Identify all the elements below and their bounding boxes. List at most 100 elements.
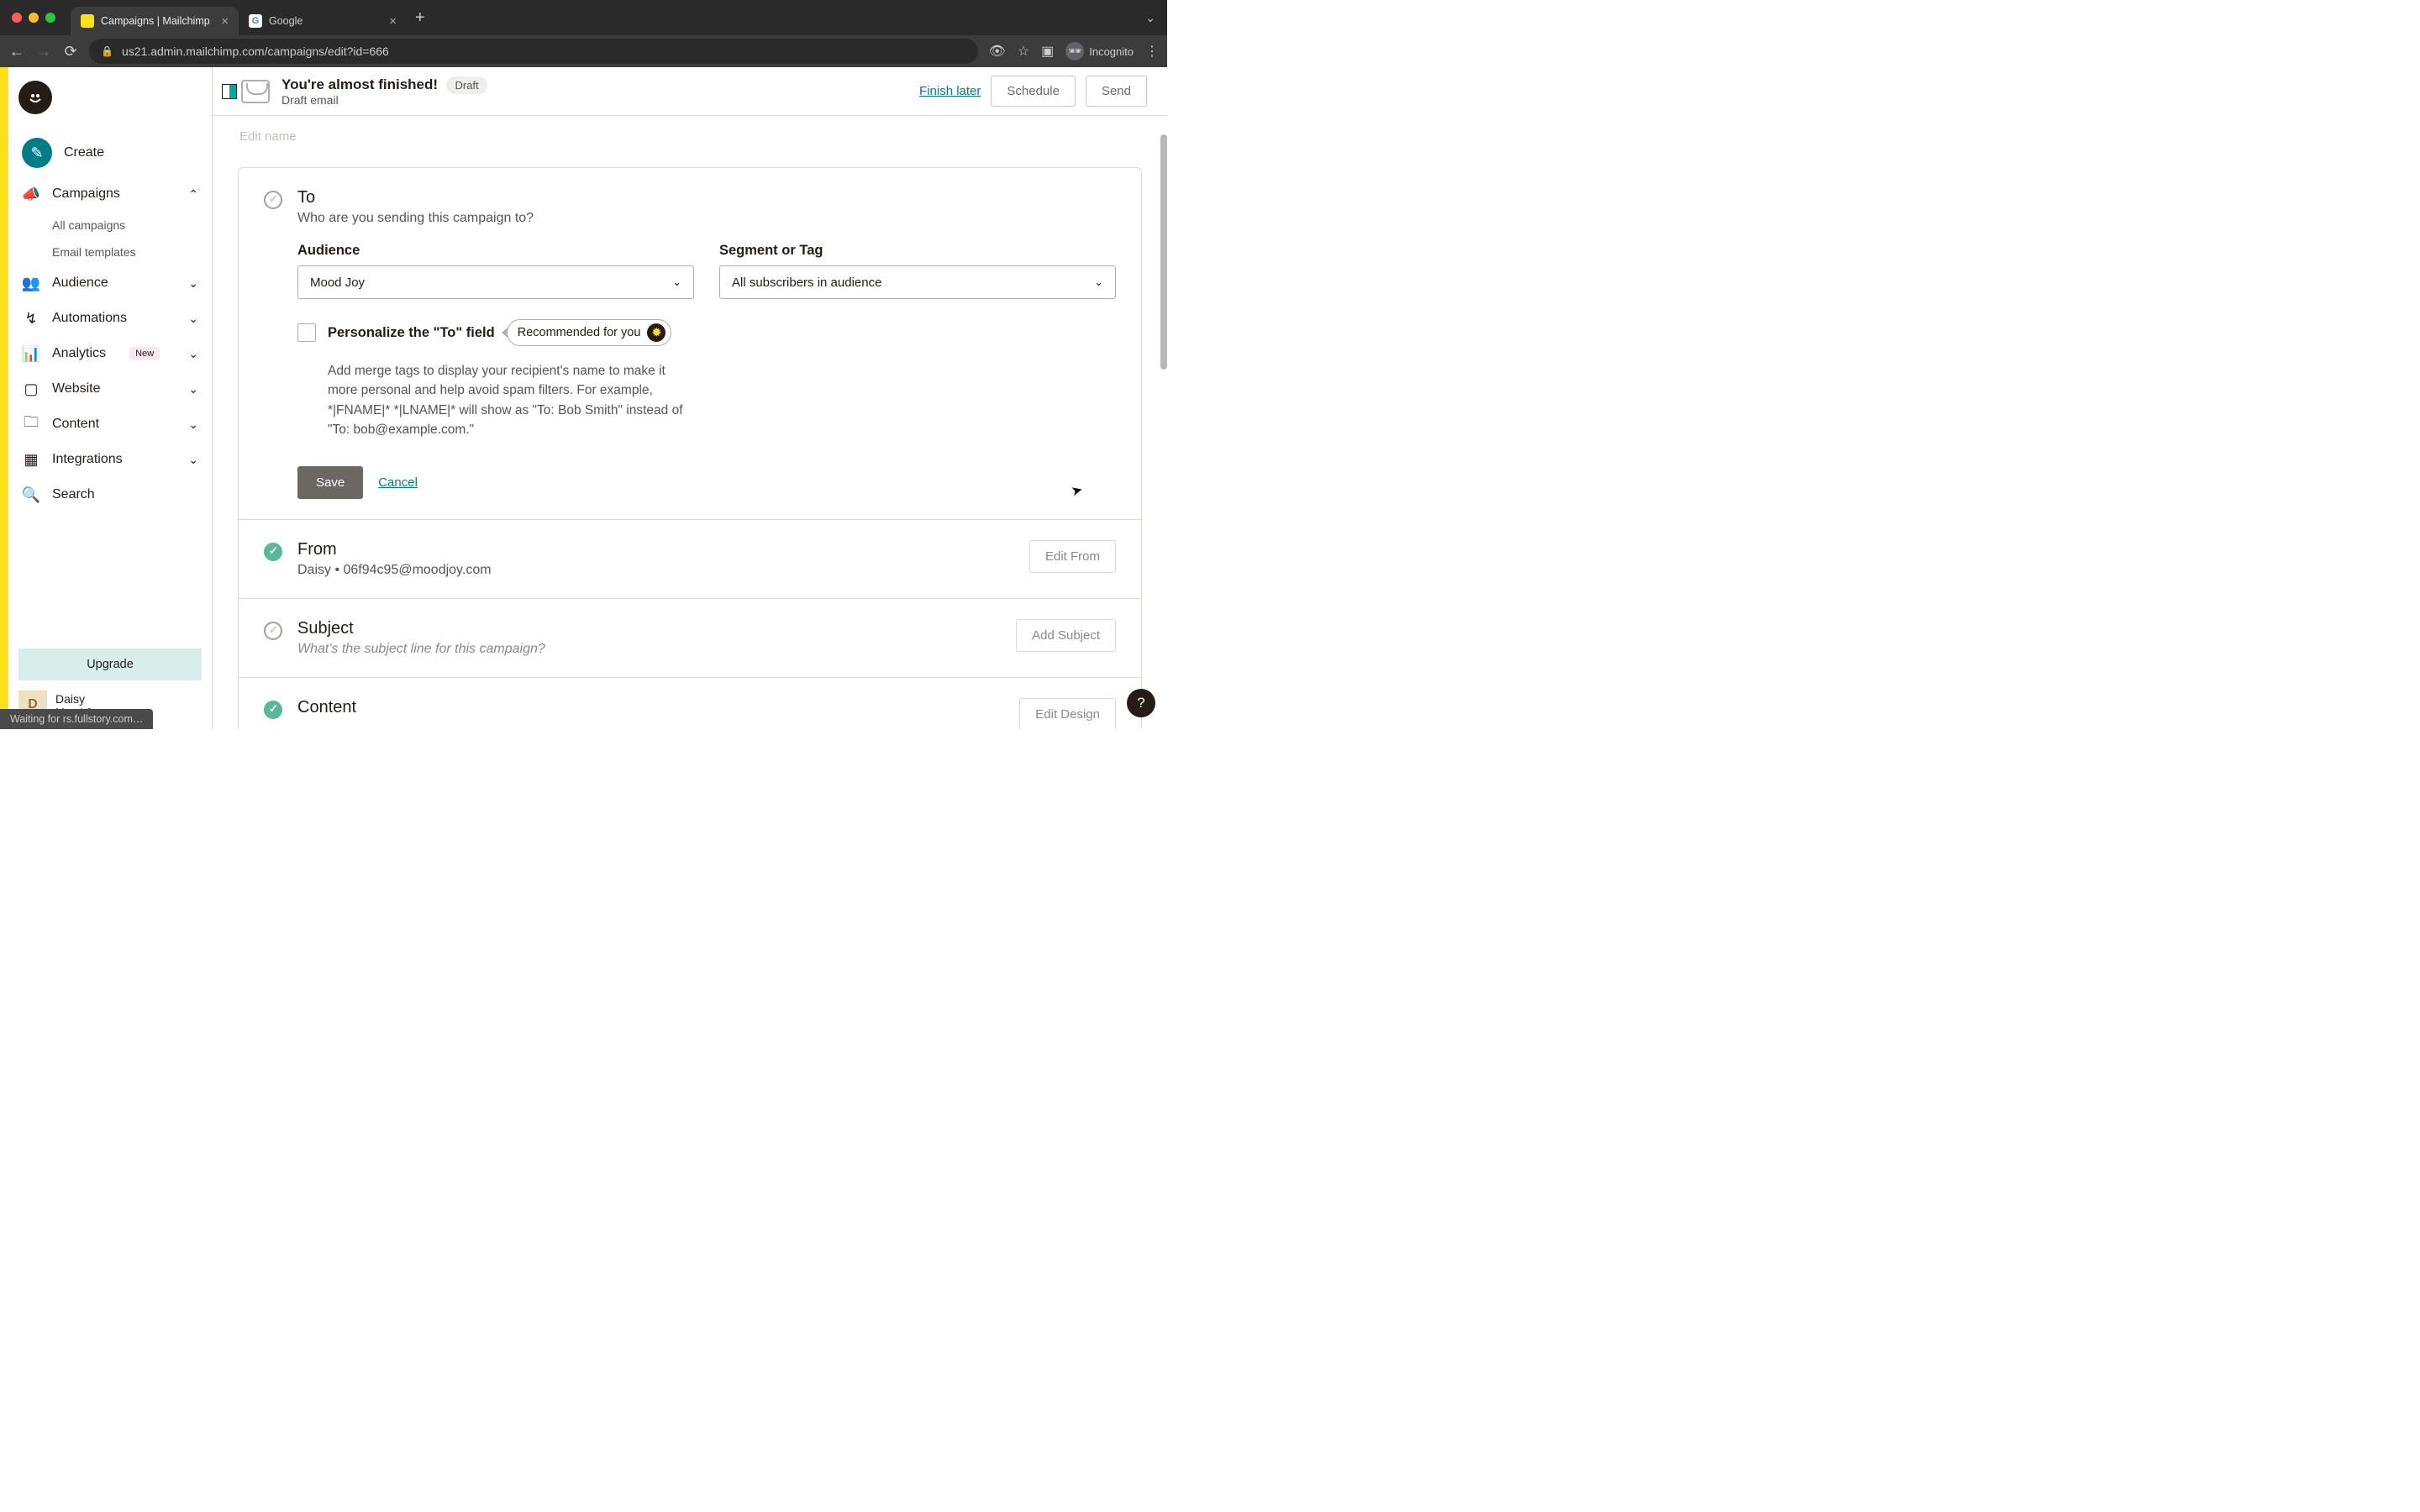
upgrade-button[interactable]: Upgrade	[18, 648, 202, 680]
section-title: Subject	[297, 619, 1001, 638]
edit-from-button[interactable]: Edit From	[1029, 540, 1116, 573]
bookmark-icon[interactable]: ☆	[1018, 43, 1029, 60]
nav-automations[interactable]: ↯ Automations ⌄	[8, 301, 212, 336]
tab-google[interactable]: G Google ×	[239, 7, 407, 35]
nav-content[interactable]: 🗀 Content ⌄	[8, 407, 212, 442]
close-tab-icon[interactable]: ×	[389, 14, 397, 29]
chevron-down-icon: ⌄	[1094, 276, 1103, 289]
tab-overflow-icon[interactable]: ⌄	[1145, 11, 1155, 25]
section-content: Content View this email in your browser …	[239, 678, 1141, 729]
from-value: Daisy • 06f94c95@moodjoy.com	[297, 563, 1014, 578]
dropdown-value: All subscribers in audience	[732, 276, 881, 290]
status-pill: Draft	[446, 76, 487, 94]
window-icon: ▢	[22, 380, 40, 398]
nav-label: Audience	[52, 276, 108, 291]
create-button[interactable]: ✎ Create	[8, 129, 212, 176]
campaign-sections-card: To Who are you sending this campaign to?…	[238, 167, 1142, 729]
close-window[interactable]	[12, 13, 22, 23]
segment-dropdown[interactable]: All subscribers in audience ⌄	[719, 265, 1116, 299]
main-content: You're almost finished! Draft Draft emai…	[213, 67, 1167, 729]
chevron-down-icon: ⌄	[188, 382, 198, 396]
forward-button[interactable]: →	[35, 43, 52, 60]
incognito-icon: 🕶	[1065, 42, 1084, 60]
maximize-window[interactable]	[45, 13, 55, 23]
extensions-icon[interactable]: ▣	[1041, 43, 1054, 60]
nav-campaigns[interactable]: 📣 Campaigns ⌃	[8, 176, 212, 212]
grid-icon: ▦	[22, 450, 40, 469]
new-tab-button[interactable]: +	[415, 8, 425, 28]
browser-tabs: Campaigns | Mailchimp × G Google × +	[71, 0, 425, 35]
tab-mailchimp[interactable]: Campaigns | Mailchimp ×	[71, 7, 239, 35]
automation-icon: ↯	[22, 309, 40, 328]
cancel-link[interactable]: Cancel	[378, 475, 418, 490]
audience-icon: 👥	[22, 274, 40, 292]
nav-analytics[interactable]: 📊 Analytics New ⌄	[8, 336, 212, 371]
dropdown-value: Mood Joy	[310, 276, 365, 290]
chevron-down-icon: ⌄	[672, 276, 681, 289]
mailchimp-logo-icon[interactable]	[18, 81, 52, 114]
nav-label: Website	[52, 381, 101, 396]
nav-website[interactable]: ▢ Website ⌄	[8, 371, 212, 407]
pencil-icon: ✎	[22, 138, 52, 168]
incognito-label: Incognito	[1089, 45, 1134, 58]
address-bar[interactable]: 🔒 us21.admin.mailchimp.com/campaigns/edi…	[89, 39, 978, 64]
add-subject-button[interactable]: Add Subject	[1016, 619, 1116, 652]
nav-search[interactable]: 🔍 Search	[8, 477, 212, 512]
profile-name: Daisy	[55, 692, 103, 706]
favicon-mailchimp-icon	[81, 14, 94, 28]
incognito-badge[interactable]: 🕶 Incognito	[1065, 42, 1134, 60]
lightbulb-icon: ✹	[647, 323, 666, 342]
schedule-button[interactable]: Schedule	[991, 76, 1076, 107]
folder-icon: 🗀	[22, 415, 40, 433]
status-done-icon	[264, 701, 282, 719]
chevron-down-icon: ⌄	[188, 347, 198, 361]
window-controls	[12, 13, 55, 23]
url-text: us21.admin.mailchimp.com/campaigns/edit?…	[122, 45, 389, 58]
subject-placeholder: What's the subject line for this campaig…	[297, 642, 1001, 657]
finish-later-link[interactable]: Finish later	[919, 84, 981, 98]
eye-off-icon[interactable]: 👁	[988, 43, 1005, 60]
section-to: To Who are you sending this campaign to?…	[239, 168, 1141, 520]
subnav-all-campaigns[interactable]: All campaigns	[52, 212, 212, 239]
help-fab[interactable]: ?	[1127, 689, 1155, 717]
page-title: You're almost finished!	[281, 76, 438, 92]
nav-integrations[interactable]: ▦ Integrations ⌄	[8, 442, 212, 477]
megaphone-icon: 📣	[22, 185, 40, 203]
favicon-google-icon: G	[249, 14, 262, 28]
edit-design-button[interactable]: Edit Design	[1019, 698, 1116, 729]
recommended-badge[interactable]: Recommended for you ✹	[507, 319, 672, 346]
chevron-down-icon: ⌄	[188, 312, 198, 326]
chevron-up-icon: ⌃	[188, 187, 198, 202]
analytics-icon: 📊	[22, 344, 40, 363]
new-badge: New	[129, 347, 160, 360]
recommended-text: Recommended for you	[518, 326, 641, 339]
kebab-menu-icon[interactable]: ⋮	[1145, 43, 1159, 60]
edit-name-link[interactable]: Edit name	[239, 129, 1142, 144]
audience-dropdown[interactable]: Mood Joy ⌄	[297, 265, 694, 299]
reload-button[interactable]: ⟳	[62, 43, 79, 60]
subnav-email-templates[interactable]: Email templates	[52, 239, 212, 265]
lock-icon: 🔒	[101, 45, 113, 57]
minimize-window[interactable]	[29, 13, 39, 23]
status-incomplete-icon	[264, 622, 282, 640]
section-subtitle: Who are you sending this campaign to?	[297, 211, 1116, 226]
status-toast: Waiting for rs.fullstory.com…	[0, 709, 153, 729]
send-button[interactable]: Send	[1086, 76, 1147, 107]
section-title: Content	[297, 698, 1004, 717]
nav-audience[interactable]: 👥 Audience ⌄	[8, 265, 212, 301]
browser-titlebar: Campaigns | Mailchimp × G Google × + ⌄	[0, 0, 1167, 35]
back-button[interactable]: ←	[8, 43, 25, 60]
scrollbar[interactable]	[1160, 134, 1167, 370]
nav-label: Integrations	[52, 452, 123, 467]
search-icon: 🔍	[22, 486, 40, 504]
segment-label: Segment or Tag	[719, 243, 1116, 259]
save-button[interactable]: Save	[297, 466, 363, 499]
close-tab-icon[interactable]: ×	[221, 14, 229, 29]
nav-label: Automations	[52, 311, 127, 326]
personalize-help-text: Add merge tags to display your recipient…	[328, 361, 689, 439]
brand-rail	[0, 67, 8, 729]
section-title: From	[297, 540, 1014, 559]
sidebar: ✎ Create 📣 Campaigns ⌃ All campaigns Ema…	[8, 67, 213, 729]
browser-toolbar: ← → ⟳ 🔒 us21.admin.mailchimp.com/campaig…	[0, 35, 1167, 67]
personalize-checkbox[interactable]	[297, 323, 316, 342]
